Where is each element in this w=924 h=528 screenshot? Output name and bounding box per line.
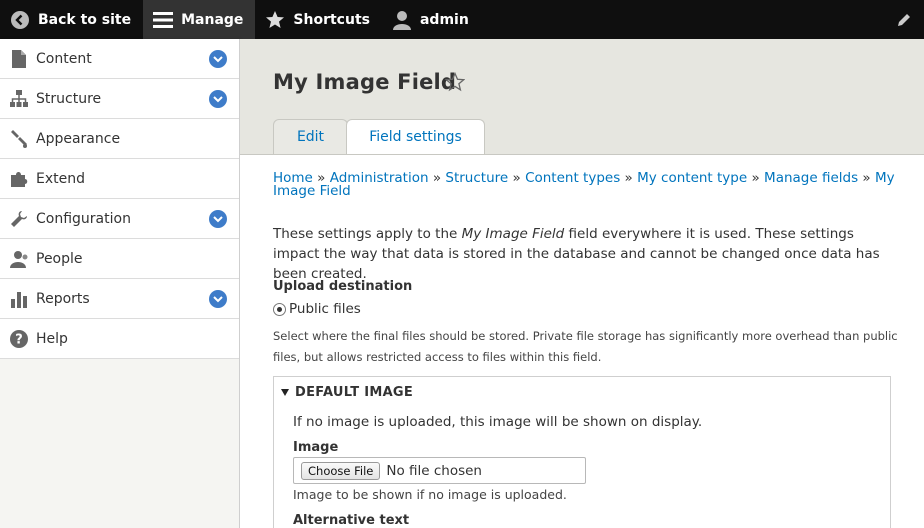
sidebar-item-label: Reports [36,290,90,307]
upload-destination-label: Upload destination [273,279,413,294]
breadcrumb-link[interactable]: My content type [637,170,747,186]
paintbrush-icon [9,129,29,149]
image-hint: Image to be shown if no image is uploade… [293,487,567,502]
public-files-radio-option[interactable]: Public files [273,301,361,317]
sidebar-item-label: Appearance [36,130,121,147]
sidebar-item-label: Structure [36,90,102,107]
sitemap-icon [9,89,29,109]
people-icon [9,249,29,269]
breadcrumb-link[interactable]: Content types [525,170,620,186]
admin-toolbar: Back to site Manage Shortcuts admin [0,0,924,39]
sidebar-item-label: Configuration [36,210,131,227]
star-outline-icon[interactable] [444,71,466,96]
puzzle-icon [9,169,29,189]
sidebar-item-label: Help [36,330,68,347]
sidebar-item-structure[interactable]: Structure [0,79,239,119]
alternative-text-label: Alternative text [293,513,410,528]
sidebar-item-extend[interactable]: Extend [0,159,239,199]
bar-chart-icon [9,289,29,309]
image-label: Image [293,440,339,455]
user-label: admin [419,11,469,28]
breadcrumb: Home » Administration » Structure » Cont… [273,170,895,199]
user-tab[interactable]: admin [382,0,481,39]
no-file-chosen-text: No file chosen [386,462,482,479]
help-icon: ? [9,329,29,349]
star-icon [265,10,285,30]
image-file-input[interactable]: Choose File No file chosen [293,457,586,484]
triangle-down-icon [281,389,289,396]
breadcrumb-link[interactable]: Structure [445,170,508,186]
shortcuts-tab[interactable]: Shortcuts [255,0,382,39]
page-title: My Image Field [273,70,457,94]
page-header: My Image Field Edit Field settings [240,39,924,154]
main-region: My Image Field Edit Field settings Home … [240,39,924,528]
sidebar-item-configuration[interactable]: Configuration [0,199,239,239]
public-files-label: Public files [289,301,361,317]
hamburger-icon [153,10,174,30]
upload-help-text: Select where the final files should be s… [273,329,898,364]
breadcrumb-link[interactable]: Manage fields [764,170,858,186]
default-image-legend: DEFAULT IMAGE [295,385,414,400]
sidebar-item-appearance[interactable]: Appearance [0,119,239,159]
svg-text:?: ? [15,332,23,347]
sidebar-item-label: Extend [36,170,85,187]
default-image-fieldset: DEFAULT IMAGE If no image is uploaded, t… [273,376,891,528]
chevron-down-icon[interactable] [209,210,227,228]
chevron-down-icon[interactable] [209,50,227,68]
field-description: These settings apply to the My Image Fie… [273,226,880,282]
field-name: My Image Field [461,226,565,242]
radio-selected-icon[interactable] [273,302,286,316]
tab-edit[interactable]: Edit [273,119,348,154]
admin-sidebar: Content Structure Appearance Extend Conf… [0,39,240,528]
chevron-down-icon[interactable] [209,290,227,308]
user-icon [392,10,412,30]
sidebar-item-people[interactable]: People [0,239,239,279]
sidebar-item-content[interactable]: Content [0,39,239,79]
sidebar-item-reports[interactable]: Reports [0,279,239,319]
sidebar-item-help[interactable]: ? Help [0,319,239,359]
back-to-site-link[interactable]: Back to site [0,0,143,39]
back-to-site-label: Back to site [38,11,132,28]
chevron-left-circle-icon [10,10,30,30]
default-image-description: If no image is uploaded, this image will… [293,414,703,430]
shortcuts-label: Shortcuts [293,11,370,28]
choose-file-button[interactable]: Choose File [301,461,381,480]
sidebar-item-label: Content [36,50,92,67]
manage-tab[interactable]: Manage [143,0,256,39]
document-icon [9,49,29,69]
chevron-down-icon[interactable] [209,90,227,108]
wrench-icon [9,209,29,229]
manage-label: Manage [181,11,244,28]
sidebar-item-label: People [36,250,83,267]
edit-pencil-icon[interactable] [884,0,924,39]
default-image-toggle[interactable]: DEFAULT IMAGE [281,385,413,400]
tab-field-settings[interactable]: Field settings [346,119,485,154]
content-area: Home » Administration » Structure » Cont… [240,154,924,528]
